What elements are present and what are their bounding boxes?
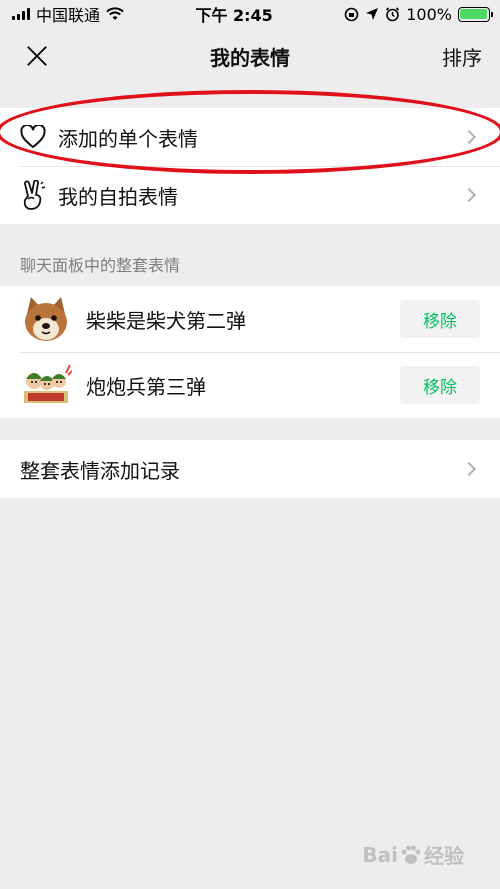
watermark: Bai 经验 [362, 840, 464, 869]
sort-button[interactable]: 排序 [442, 42, 482, 71]
selfie-stickers-label: 我的自拍表情 [58, 184, 178, 209]
wifi-icon [106, 7, 124, 20]
pack-name: 柴柴是柴犬第二弹 [86, 308, 246, 333]
heart-icon [20, 125, 52, 149]
carrier-name: 中国联通 [36, 6, 101, 25]
battery-percent: 100% [406, 4, 452, 24]
sticker-packs-group: 柴柴是柴犬第二弹 移除 炮炮兵第三弹 移除 [0, 286, 500, 418]
chevron-right-icon [461, 129, 477, 145]
battery-icon [457, 6, 493, 22]
status-bar: 中国联通 下午 2:45 100% [0, 0, 500, 28]
location-arrow-icon [366, 8, 379, 20]
pack-history-item[interactable]: 整套表情添加记录 [0, 440, 500, 498]
selfie-stickers-item[interactable]: 我的自拍表情 [0, 166, 500, 224]
paw-icon [401, 845, 421, 864]
watermark-suffix: 经验 [424, 844, 464, 868]
signal-icon [12, 8, 30, 20]
watermark-text: Bai [362, 842, 398, 867]
pack-name: 炮炮兵第三弹 [86, 374, 206, 399]
rotation-lock-icon [344, 7, 359, 21]
personal-stickers-group: 添加的单个表情 我的自拍表情 [0, 108, 500, 224]
status-left: 中国联通 [12, 2, 124, 26]
added-single-stickers-item[interactable]: 添加的单个表情 [0, 108, 500, 166]
close-icon[interactable] [24, 43, 50, 69]
status-time: 下午 2:45 [195, 6, 273, 25]
section-header: 聊天面板中的整套表情 [20, 256, 181, 275]
history-group: 整套表情添加记录 [0, 440, 500, 498]
shiba-dog-thumbnail [20, 293, 72, 345]
added-single-stickers-label: 添加的单个表情 [58, 126, 198, 151]
soldiers-thumbnail [20, 359, 72, 411]
page-title: 我的表情 [210, 45, 290, 70]
sticker-pack-row[interactable]: 柴柴是柴犬第二弹 移除 [0, 286, 500, 352]
remove-button[interactable]: 移除 [400, 366, 480, 404]
pack-history-label: 整套表情添加记录 [20, 458, 180, 483]
nav-bar: 我的表情 排序 [0, 28, 500, 84]
victory-hand-icon [20, 180, 52, 210]
remove-button[interactable]: 移除 [400, 300, 480, 338]
chevron-right-icon [461, 461, 477, 477]
status-right: 100% [344, 4, 493, 24]
sticker-pack-row[interactable]: 炮炮兵第三弹 移除 [0, 352, 500, 418]
alarm-icon [386, 6, 400, 21]
chevron-right-icon [461, 187, 477, 203]
